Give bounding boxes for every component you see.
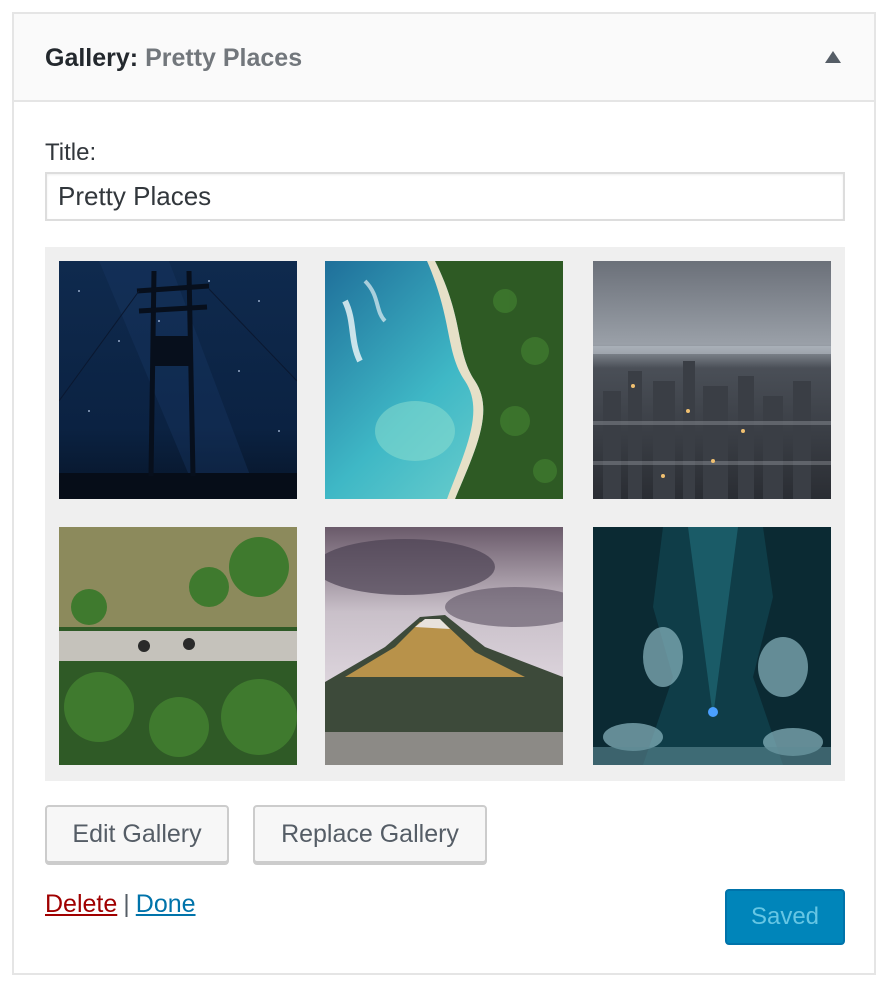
ice-cave-image[interactable] <box>593 527 831 765</box>
widget-type-label: Gallery <box>45 44 130 72</box>
aerial-coastline-image[interactable] <box>325 261 563 499</box>
widget-header[interactable]: Gallery: Pretty Places <box>14 14 874 102</box>
widget-control-actions: Delete | Done <box>45 890 196 919</box>
saved-button[interactable]: Saved <box>725 889 845 945</box>
gallery-widget: Gallery: Pretty Places Title: Pretty Pla… <box>12 12 876 975</box>
night-sky-power-pole-image[interactable] <box>59 261 297 499</box>
aerial-cyclists-bridge-image[interactable] <box>59 527 297 765</box>
widget-title-separator: : <box>129 44 139 72</box>
mountain-volcano-image[interactable] <box>325 527 563 765</box>
title-input[interactable] <box>45 172 845 221</box>
edit-gallery-button[interactable]: Edit Gallery <box>45 805 229 863</box>
collapse-toggle-icon[interactable] <box>824 50 842 64</box>
delete-link[interactable]: Delete <box>45 890 117 918</box>
action-separator: | <box>123 890 130 918</box>
widget-title: Gallery: Pretty Places <box>45 44 302 73</box>
gallery-preview <box>45 247 845 781</box>
title-label: Title: <box>45 139 97 166</box>
widget-instance-title: Pretty Places <box>145 44 303 72</box>
done-link[interactable]: Done <box>136 890 196 918</box>
city-skyline-image[interactable] <box>593 261 831 499</box>
replace-gallery-button[interactable]: Replace Gallery <box>253 805 487 863</box>
